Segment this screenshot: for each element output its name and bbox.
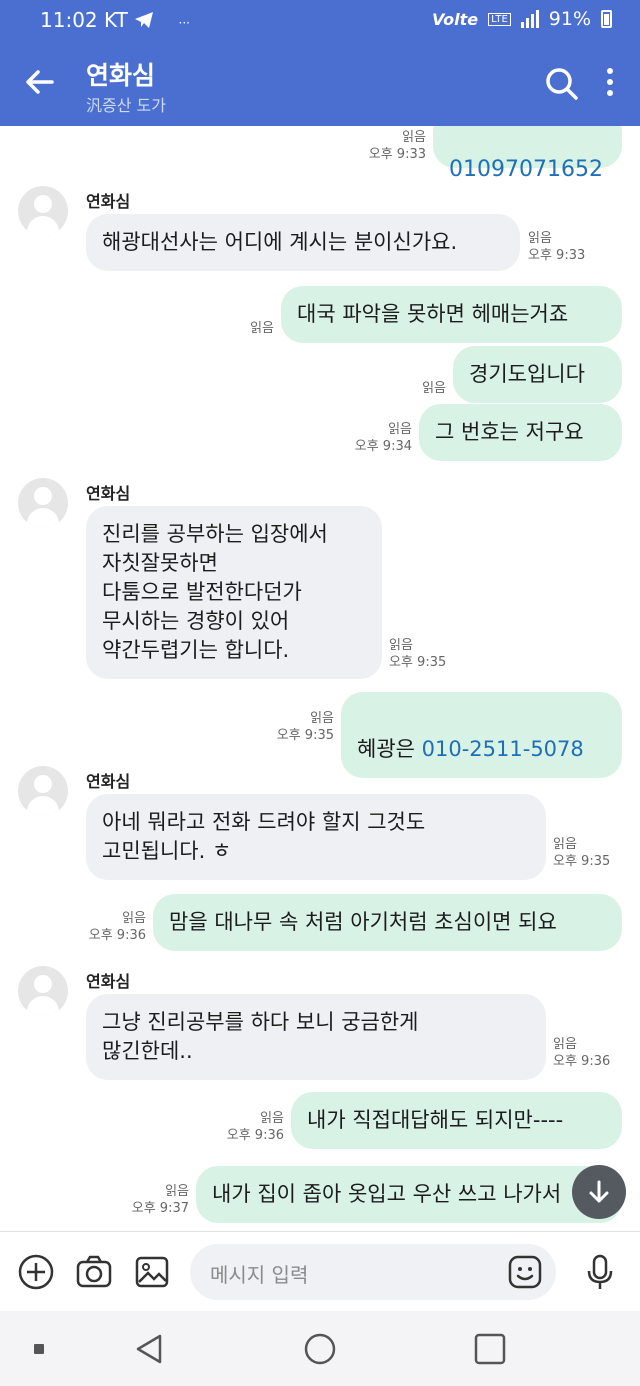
battery-icon xyxy=(601,10,612,28)
status-bar: 11:02 KT ··· Volte LTE 91% xyxy=(0,0,640,40)
add-icon[interactable] xyxy=(16,1252,56,1292)
app-bar: 연화심 汎증산 도가 xyxy=(0,40,640,126)
lte-indicator: LTE xyxy=(488,12,511,26)
volte-indicator: Volte xyxy=(431,9,479,29)
overview-square-icon[interactable] xyxy=(472,1331,508,1371)
battery-level: 91% xyxy=(548,8,591,30)
home-circle-icon[interactable] xyxy=(302,1331,338,1371)
signal-icon xyxy=(520,10,539,28)
sender-name: 연화심 xyxy=(86,484,131,503)
phone-link[interactable]: 01097071652 xyxy=(449,157,603,182)
chat-subtitle: 汎증산 도가 xyxy=(86,96,166,115)
message-bubble-outgoing[interactable]: 대국 파악을 못하면 헤매는거죠 xyxy=(281,286,622,343)
message-meta: 읽음 오후 9:35 xyxy=(276,711,334,743)
sender-name: 연화심 xyxy=(86,192,131,211)
microphone-icon[interactable] xyxy=(580,1252,620,1292)
camera-icon[interactable] xyxy=(74,1252,114,1292)
message-meta: 읽음 오후 9:33 xyxy=(528,231,586,263)
message-list[interactable]: 읽음 오후 9:33 01097071652 연화심 해광대선사는 어디에 계시는… xyxy=(0,126,640,1231)
message-meta: 읽음 오후 9:33 xyxy=(368,130,426,162)
message-meta: 읽음 오후 9:36 xyxy=(553,1037,611,1069)
back-arrow-icon[interactable] xyxy=(20,60,60,104)
avatar[interactable] xyxy=(18,966,68,1016)
message-input[interactable]: 메시지 입력 xyxy=(190,1244,556,1300)
message-meta: 읽음 오후 9:34 xyxy=(354,422,412,454)
message-bubble-outgoing[interactable]: 01097071652 xyxy=(433,126,622,182)
search-icon[interactable] xyxy=(544,66,580,102)
message-input-placeholder: 메시지 입력 xyxy=(210,1263,309,1287)
status-time: 11:02 KT ··· xyxy=(40,8,190,32)
more-vertical-icon[interactable] xyxy=(598,66,622,102)
message-bubble-incoming[interactable]: 그냥 진리공부를 하다 보니 궁금한게 많긴한데.. xyxy=(86,994,546,1080)
dots-icon: ··· xyxy=(178,16,190,30)
phone-link[interactable]: 010-2511-5078 xyxy=(422,737,584,761)
message-meta: 읽음 xyxy=(422,381,446,396)
recent-apps-icon[interactable] xyxy=(34,1344,44,1354)
chat-title: 연화심 xyxy=(86,61,156,90)
message-bubble-incoming[interactable]: 진리를 공부하는 입장에서 자칫잘못하면 다툼으로 발전한다던가 무시하는 경향… xyxy=(86,506,382,679)
message-bubble-incoming[interactable]: 아네 뭐라고 전화 드려야 할지 그것도 고민됩니다. ㅎ xyxy=(86,794,546,880)
message-meta: 읽음 오후 9:37 xyxy=(131,1184,189,1216)
gallery-icon[interactable] xyxy=(132,1252,172,1292)
message-meta: 읽음 오후 9:36 xyxy=(88,911,146,943)
message-meta: 읽음 오후 9:35 xyxy=(389,638,447,670)
message-bubble-outgoing[interactable]: 혜광은 010-2511-5078 xyxy=(341,692,622,778)
message-bubble-incoming[interactable]: 해광대선사는 어디에 계시는 분이신가요. xyxy=(86,214,520,271)
system-nav-bar xyxy=(0,1311,640,1386)
avatar[interactable] xyxy=(18,766,68,816)
message-bubble-outgoing[interactable]: 그 번호는 저구요 xyxy=(419,404,622,461)
message-bubble-outgoing[interactable]: 내가 직접대답해도 되지만---- xyxy=(291,1092,622,1149)
avatar[interactable] xyxy=(18,186,68,236)
arrow-down-icon xyxy=(589,1180,609,1203)
message-bubble-outgoing[interactable]: 내가 집이 좁아 옷입고 우산 쓰고 나가서 xyxy=(196,1166,622,1223)
message-meta: 읽음 오후 9:35 xyxy=(553,837,611,869)
message-bubble-outgoing[interactable]: 맘을 대나무 속 처럼 아기처럼 초심이면 되요 xyxy=(153,894,622,951)
emoji-icon[interactable] xyxy=(508,1255,542,1289)
back-triangle-icon[interactable] xyxy=(132,1331,168,1371)
message-meta: 읽음 xyxy=(250,321,274,336)
sender-name: 연화심 xyxy=(86,972,131,991)
message-bubble-outgoing[interactable]: 경기도입니다 xyxy=(453,346,622,403)
sender-name: 연화심 xyxy=(86,772,131,791)
avatar[interactable] xyxy=(18,478,68,528)
message-input-bar: 메시지 입력 xyxy=(0,1231,640,1311)
telegram-icon xyxy=(135,12,154,28)
message-meta: 읽음 오후 9:36 xyxy=(226,1111,284,1143)
scroll-to-bottom-button[interactable] xyxy=(572,1165,626,1219)
